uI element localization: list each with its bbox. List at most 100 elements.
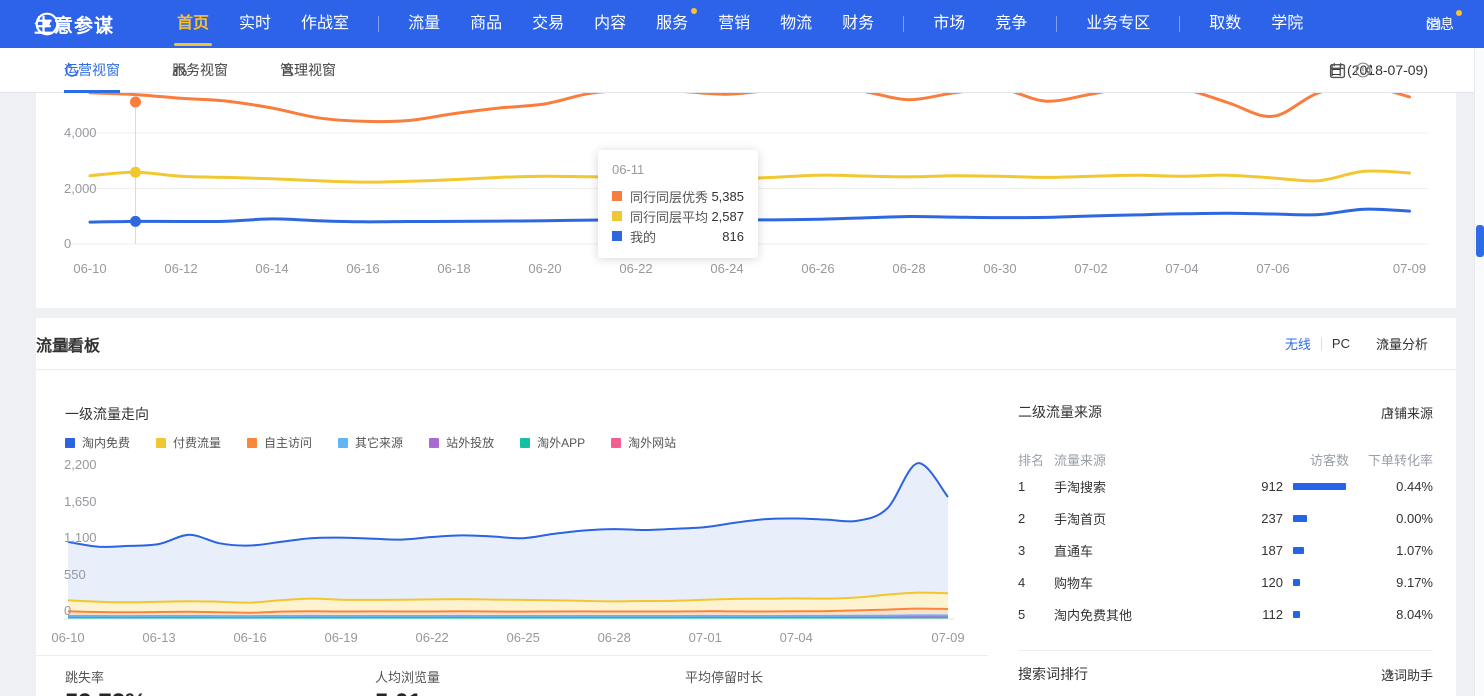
refresh-icon bbox=[64, 62, 80, 78]
view-tabs: 运营视窗 服务视窗 管理视窗 bbox=[64, 48, 388, 93]
source-conversion: 1.07% bbox=[1349, 543, 1433, 558]
nav-item-商品[interactable]: 商品 bbox=[455, 0, 517, 48]
x-tick-label: 06-14 bbox=[255, 261, 288, 276]
legend-item-付费流量[interactable]: 付费流量 bbox=[156, 434, 221, 451]
tab-管理视窗[interactable]: 管理视窗 bbox=[280, 48, 336, 93]
x-tick-label: 07-09 bbox=[1393, 261, 1426, 276]
nav-item-实时[interactable]: 实时 bbox=[224, 0, 286, 48]
nav-item-财务[interactable]: 财务 bbox=[827, 0, 889, 48]
top-nav: 生意参谋 首页实时作战室流量商品交易内容服务营销物流财务市场竞争业务专区取数学院… bbox=[0, 0, 1484, 48]
x-tick-label: 06-24 bbox=[710, 261, 743, 276]
y-tick-label: 4,000 bbox=[64, 125, 97, 140]
nav-item-首页[interactable]: 首页 bbox=[162, 0, 224, 48]
legend-swatch bbox=[338, 438, 348, 448]
nav-item-市场[interactable]: 市场 bbox=[918, 0, 980, 48]
x-tick-label: 06-10 bbox=[73, 261, 106, 276]
nav-divider bbox=[378, 16, 379, 32]
legend-swatch bbox=[429, 438, 439, 448]
nav-item-取数[interactable]: 取数 bbox=[1194, 0, 1256, 48]
legend-item-淘内免费[interactable]: 淘内免费 bbox=[65, 434, 130, 451]
legend-item-淘外APP[interactable]: 淘外APP bbox=[520, 434, 585, 451]
toggle-无线[interactable]: 无线 bbox=[1285, 334, 1311, 353]
scrollbar-thumb[interactable] bbox=[1476, 225, 1484, 257]
nav-item-竞争[interactable]: 竞争 bbox=[980, 0, 1042, 48]
source-row-淘内免费其他[interactable]: 5淘内免费其他1128.04% bbox=[1018, 606, 1433, 622]
source-name: 直通车 bbox=[1054, 541, 1213, 560]
series-color-swatch bbox=[612, 211, 622, 221]
nav-item-交易[interactable]: 交易 bbox=[517, 0, 579, 48]
brand[interactable]: 生意参谋 bbox=[34, 11, 114, 38]
x-tick-label: 07-04 bbox=[1165, 261, 1198, 276]
source-rank: 1 bbox=[1018, 479, 1054, 494]
x-tick-label: 06-12 bbox=[164, 261, 197, 276]
source-visitors: 237 bbox=[1213, 511, 1283, 526]
legend-item-其它来源[interactable]: 其它来源 bbox=[338, 434, 403, 451]
x-tick-label: 07-04 bbox=[780, 630, 813, 645]
industry-comparison-card: 02,0004,000 06-1006-1206-1406-1606-1806-… bbox=[36, 93, 1456, 308]
source-row-购物车[interactable]: 4购物车1209.17% bbox=[1018, 574, 1433, 590]
y-tick-label: 1,650 bbox=[64, 494, 97, 509]
nav-item-营销[interactable]: 营销 bbox=[703, 0, 765, 48]
shop-source-link[interactable]: 店铺来源 bbox=[1381, 403, 1433, 422]
visitors-bar bbox=[1293, 579, 1300, 586]
board-controls: 无线 PC 流量分析 bbox=[1285, 334, 1428, 353]
nav-item-学院[interactable]: 学院 bbox=[1256, 0, 1318, 48]
nav-item-业务专区[interactable]: 业务专区 bbox=[1071, 0, 1165, 48]
x-tick-label: 06-25 bbox=[507, 630, 540, 645]
word-helper-link[interactable]: 选词助手 bbox=[1381, 665, 1433, 684]
x-tick-label: 06-26 bbox=[801, 261, 834, 276]
legend-label: 其它来源 bbox=[355, 434, 403, 451]
info-icon[interactable] bbox=[1355, 62, 1371, 78]
notification-dot bbox=[691, 8, 697, 14]
source-row-手淘搜索[interactable]: 1手淘搜索9120.44% bbox=[1018, 478, 1433, 494]
nav-item-作战室[interactable]: 作战室 bbox=[286, 0, 364, 48]
tab-运营视窗[interactable]: 运营视窗 bbox=[64, 48, 120, 93]
nav-item-物流[interactable]: 物流 bbox=[765, 0, 827, 48]
x-tick-label: 07-09 bbox=[931, 630, 964, 645]
source-bar-cell bbox=[1283, 579, 1349, 586]
source-conversion: 8.04% bbox=[1349, 607, 1433, 622]
nav-divider bbox=[1179, 16, 1180, 32]
metric-人均浏览量: 人均浏览量5.01 bbox=[375, 667, 440, 686]
y-tick-label: 2,000 bbox=[64, 181, 97, 196]
source-visitors: 112 bbox=[1213, 607, 1283, 622]
legend-swatch bbox=[65, 438, 75, 448]
legend-label: 自主访问 bbox=[264, 434, 312, 451]
source-panel-title: 二级流量来源 bbox=[1018, 402, 1102, 422]
legend-label: 付费流量 bbox=[173, 434, 221, 451]
tab-服务视窗[interactable]: 服务视窗 bbox=[172, 48, 228, 93]
source-row-手淘首页[interactable]: 2手淘首页2370.00% bbox=[1018, 510, 1433, 526]
x-tick-label: 06-20 bbox=[528, 261, 561, 276]
visitors-bar bbox=[1293, 611, 1300, 618]
messages-button[interactable]: 消息 bbox=[1426, 14, 1454, 34]
traffic-legend: 淘内免费 付费流量 自主访问 其它来源 站外投放 淘外APP 淘外网站 bbox=[65, 434, 702, 451]
source-bar-cell bbox=[1283, 611, 1349, 618]
line-chart-icon bbox=[65, 335, 83, 353]
traffic-analysis-link[interactable]: 流量分析 bbox=[1376, 334, 1428, 353]
toggle-PC[interactable]: PC bbox=[1332, 336, 1350, 351]
y-tick-label: 0 bbox=[64, 236, 71, 251]
traffic-area-chart[interactable] bbox=[64, 460, 954, 630]
legend-item-自主访问[interactable]: 自主访问 bbox=[247, 434, 312, 451]
calendar-icon[interactable] bbox=[1329, 62, 1346, 79]
secondary-source-panel: 二级流量来源 店铺来源 排名流量来源访客数下单转化率 1手淘搜索9120.44%… bbox=[1018, 402, 1433, 422]
legend-item-淘外网站[interactable]: 淘外网站 bbox=[611, 434, 676, 451]
source-name: 购物车 bbox=[1054, 573, 1213, 592]
metrics-divider bbox=[36, 655, 988, 656]
series-value: 5,385 bbox=[711, 189, 744, 204]
primary-traffic-title: 一级流量走向 bbox=[65, 404, 149, 424]
page-scrollbar bbox=[1474, 48, 1484, 696]
nav-item-服务[interactable]: 服务 bbox=[641, 0, 703, 48]
source-row-直通车[interactable]: 3直通车1871.07% bbox=[1018, 542, 1433, 558]
source-visitors: 912 bbox=[1213, 479, 1283, 494]
x-tick-label: 06-22 bbox=[416, 630, 449, 645]
y-tick-label: 0 bbox=[64, 603, 71, 618]
source-bar-cell bbox=[1283, 515, 1349, 522]
nav-item-内容[interactable]: 内容 bbox=[579, 0, 641, 48]
y-tick-label: 550 bbox=[64, 567, 86, 582]
nav-item-流量[interactable]: 流量 bbox=[393, 0, 455, 48]
source-conversion: 0.00% bbox=[1349, 511, 1433, 526]
legend-item-站外投放[interactable]: 站外投放 bbox=[429, 434, 494, 451]
legend-label: 淘外APP bbox=[537, 434, 585, 451]
visitors-bar bbox=[1293, 483, 1346, 490]
